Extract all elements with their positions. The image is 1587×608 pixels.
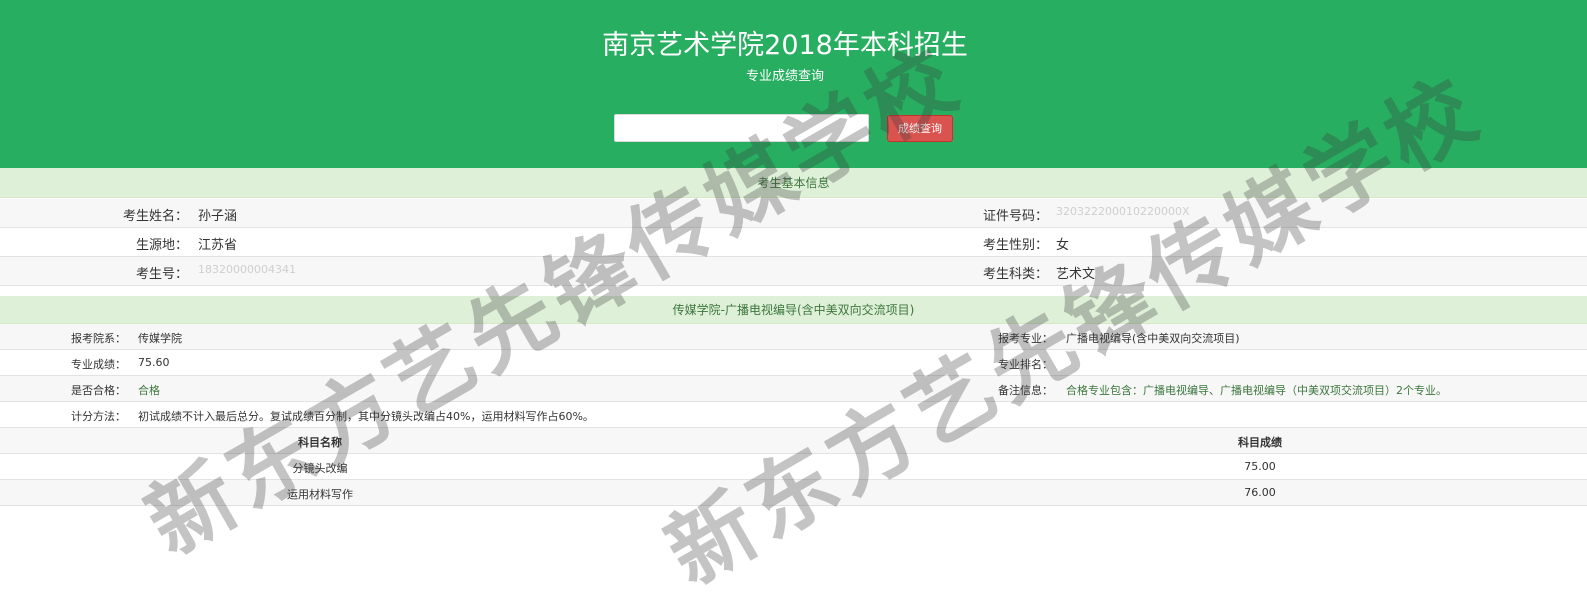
basic-info-section-title: 考生基本信息 — [0, 168, 1587, 198]
table-row: 分镜头改编 75.00 — [0, 454, 1587, 480]
subject-table-header: 科目名称 科目成绩 — [0, 428, 1587, 454]
page-subtitle: 专业成绩查询 — [745, 69, 824, 84]
exam-no-label: 考生号： — [135, 267, 188, 282]
subject-score-header: 科目成绩 — [1238, 436, 1282, 449]
page-title: 南京艺术学院2018年本科招生 — [602, 30, 968, 61]
exam-no-value: 18320000004341 — [198, 263, 296, 276]
origin-label: 生源地： — [135, 238, 188, 253]
info-row-name: 考生姓名： 孙子涵 证件号码： 320322200010220000X — [0, 199, 1587, 228]
subject-score-cell: 76.00 — [1244, 486, 1276, 499]
major-label: 报考专业： — [998, 332, 1053, 345]
note-value: 合格专业包含：广播电视编导、广播电视编导（中美双项交流项目）2个专业。 — [1066, 384, 1447, 397]
gender-value: 女 — [1056, 238, 1070, 253]
rank-label: 专业排名： — [998, 358, 1053, 371]
page-header: 南京艺术学院2018年本科招生 专业成绩查询 成绩查询 — [0, 0, 1587, 168]
info-row-exam-no: 考生号： 18320000004341 考生科类： 艺术文 — [0, 257, 1587, 286]
score-label: 专业成绩： — [71, 358, 126, 371]
category-value: 艺术文 — [1056, 267, 1096, 282]
subject-name-cell: 分镜头改编 — [292, 462, 348, 475]
dept-label: 报考院系： — [71, 332, 126, 345]
search-input[interactable] — [614, 114, 869, 142]
detail-row-method: 计分方法： 初试成绩不计入最后总分。复试成绩百分制，其中分镜头改编占40%，运用… — [0, 402, 1587, 428]
pass-label: 是否合格： — [71, 384, 126, 397]
dept-value: 传媒学院 — [138, 332, 182, 345]
score-value: 75.60 — [138, 356, 170, 369]
table-row: 运用材料写作 76.00 — [0, 480, 1587, 506]
origin-value: 江苏省 — [198, 238, 238, 253]
subject-name-cell: 运用材料写作 — [287, 488, 353, 501]
subject-score-cell: 75.00 — [1244, 460, 1276, 473]
note-label: 备注信息： — [998, 384, 1053, 397]
id-value: 320322200010220000X — [1056, 205, 1190, 218]
subject-name-header: 科目名称 — [298, 436, 342, 449]
method-label: 计分方法： — [71, 410, 126, 423]
name-value: 孙子涵 — [198, 209, 238, 224]
query-button[interactable]: 成绩查询 — [887, 115, 953, 142]
major-section-title: 传媒学院-广播电视编导(含中美双向交流项目) — [0, 296, 1587, 324]
detail-row-pass: 是否合格： 合格 备注信息： 合格专业包含：广播电视编导、广播电视编导（中美双项… — [0, 376, 1587, 402]
pass-value: 合格 — [138, 384, 160, 397]
category-label: 考生科类： — [982, 267, 1048, 282]
major-value: 广播电视编导(含中美双向交流项目) — [1066, 332, 1240, 345]
id-label: 证件号码： — [982, 209, 1048, 224]
name-label: 考生姓名： — [122, 209, 188, 224]
method-value: 初试成绩不计入最后总分。复试成绩百分制，其中分镜头改编占40%，运用材料写作占6… — [138, 410, 594, 423]
detail-row-dept: 报考院系： 传媒学院 报考专业： 广播电视编导(含中美双向交流项目) — [0, 324, 1587, 350]
detail-row-score: 专业成绩： 75.60 专业排名： — [0, 350, 1587, 376]
gender-label: 考生性别： — [982, 238, 1048, 253]
info-row-origin: 生源地： 江苏省 考生性别： 女 — [0, 228, 1587, 257]
